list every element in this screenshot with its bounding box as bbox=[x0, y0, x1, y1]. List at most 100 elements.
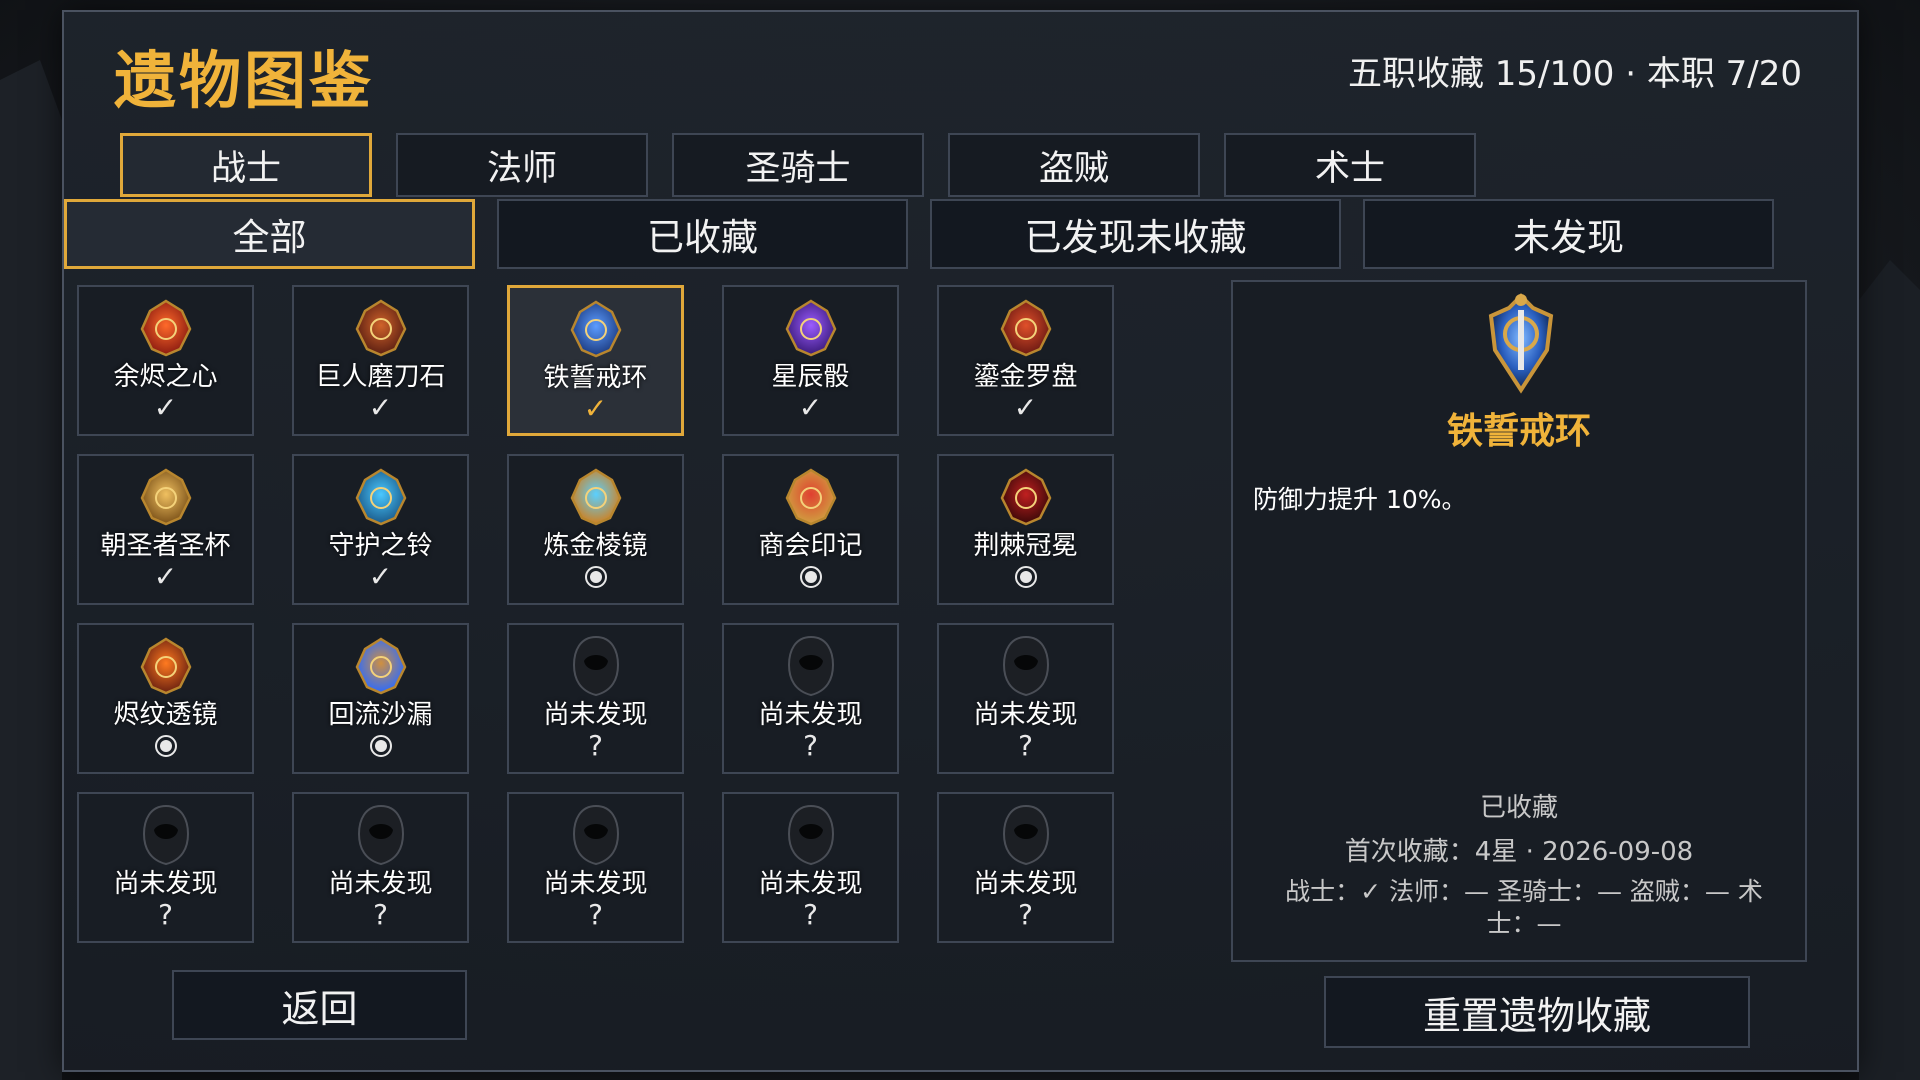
relic-slot[interactable]: 余烬之心 ✓ bbox=[77, 285, 254, 436]
relic-slot[interactable]: 巨人磨刀石 ✓ bbox=[292, 285, 469, 436]
relic-slot[interactable]: 尚未发现? bbox=[507, 623, 684, 774]
filter-tabs: 全部 已收藏 已发现未收藏 未发现 bbox=[64, 199, 1774, 269]
relic-slot[interactable]: 尚未发现? bbox=[77, 792, 254, 943]
relic-slot[interactable]: 尚未发现? bbox=[722, 623, 899, 774]
relic-name: 炼金棱镜 bbox=[543, 531, 648, 561]
unknown-mark: ? bbox=[1018, 729, 1033, 762]
relic-name: 尚未发现 bbox=[113, 869, 218, 899]
detail-relic-description: 防御力提升 10%。 bbox=[1253, 485, 1467, 514]
relic-name: 尚未发现 bbox=[543, 700, 648, 730]
relic-name: 巨人磨刀石 bbox=[315, 362, 446, 392]
guild-seal-icon bbox=[785, 468, 836, 526]
filter-discovered-uncollected[interactable]: 已发现未收藏 bbox=[930, 199, 1341, 269]
relic-slot[interactable]: 朝圣者圣杯 ✓ bbox=[77, 454, 254, 605]
filter-undiscovered[interactable]: 未发现 bbox=[1363, 199, 1774, 269]
relic-slot[interactable]: 商会印记 bbox=[722, 454, 899, 605]
discovered-indicator-icon bbox=[584, 566, 607, 588]
reflux-hourglass-icon bbox=[355, 637, 406, 695]
iron-oath-ring-icon bbox=[570, 300, 621, 358]
gilded-compass-icon bbox=[1000, 299, 1051, 357]
pilgrim-chalice-icon bbox=[140, 468, 191, 526]
page-title: 遗物图鉴 bbox=[114, 44, 375, 117]
alchemy-prism-icon bbox=[570, 468, 621, 526]
hooded-unknown-icon bbox=[1002, 804, 1049, 866]
relic-name: 尚未发现 bbox=[973, 869, 1078, 899]
unknown-mark: ? bbox=[158, 898, 173, 931]
relic-slot[interactable]: 荆棘冠冕 bbox=[937, 454, 1114, 605]
collected-check-icon: ✓ bbox=[368, 391, 393, 424]
ember-lens-icon bbox=[140, 637, 191, 695]
collected-check-icon: ✓ bbox=[368, 560, 393, 593]
collected-check-icon: ✓ bbox=[153, 391, 178, 424]
relic-slot[interactable]: 烬纹透镜 bbox=[77, 623, 254, 774]
ember-heart-icon bbox=[140, 299, 191, 357]
relic-slot[interactable]: 尚未发现? bbox=[937, 792, 1114, 943]
relic-slot[interactable]: 星辰骰 ✓ bbox=[722, 285, 899, 436]
relic-name: 回流沙漏 bbox=[328, 700, 433, 730]
unknown-mark: ? bbox=[1018, 898, 1033, 931]
collected-check-icon: ✓ bbox=[583, 392, 608, 425]
giant-whetstone-icon bbox=[355, 299, 406, 357]
relic-slot[interactable]: 尚未发现? bbox=[507, 792, 684, 943]
relic-name: 尚未发现 bbox=[973, 700, 1078, 730]
relic-name: 星辰骰 bbox=[771, 362, 850, 392]
tab-rogue[interactable]: 盗贼 bbox=[948, 133, 1200, 197]
relic-slot[interactable]: 鎏金罗盘 ✓ bbox=[937, 285, 1114, 436]
relic-name: 尚未发现 bbox=[758, 869, 863, 899]
discovered-indicator-icon bbox=[1014, 566, 1037, 588]
discovered-indicator-icon bbox=[154, 735, 177, 757]
reset-relics-button[interactable]: 重置遗物收藏 bbox=[1324, 976, 1750, 1048]
relic-slot[interactable]: 尚未发现? bbox=[937, 623, 1114, 774]
relic-slot[interactable]: 守护之铃 ✓ bbox=[292, 454, 469, 605]
collected-check-icon: ✓ bbox=[798, 391, 823, 424]
hooded-unknown-icon bbox=[787, 635, 834, 697]
hooded-unknown-icon bbox=[357, 804, 404, 866]
back-button[interactable]: 返回 bbox=[172, 970, 467, 1040]
relic-grid: 余烬之心 ✓ 巨人磨刀石 ✓ 铁誓戒环 ✓ 星辰骰 ✓ 鎏金罗盘 ✓ 朝圣者圣杯 ✓ 守护之… bbox=[77, 285, 1117, 945]
unknown-mark: ? bbox=[803, 898, 818, 931]
tab-mage[interactable]: 法师 bbox=[396, 133, 648, 197]
thorn-crown-icon bbox=[1000, 468, 1051, 526]
detail-relic-name: 铁誓戒环 bbox=[1446, 411, 1591, 452]
collected-check-icon: ✓ bbox=[1013, 391, 1038, 424]
collection-stats: 五职收藏 15/100 · 本职 7/20 bbox=[1347, 54, 1802, 94]
relic-slot[interactable]: 炼金棱镜 bbox=[507, 454, 684, 605]
relic-slot[interactable]: 回流沙漏 bbox=[292, 623, 469, 774]
hooded-unknown-icon bbox=[572, 635, 619, 697]
relic-slot[interactable]: 尚未发现? bbox=[292, 792, 469, 943]
relic-name: 烬纹透镜 bbox=[113, 700, 218, 730]
detail-class-status: 战士：✓ 法师：— 圣骑士：— 盗贼：— 术士：— bbox=[1285, 877, 1763, 938]
hooded-unknown-icon bbox=[142, 804, 189, 866]
relic-name: 朝圣者圣杯 bbox=[100, 531, 231, 561]
tab-warrior[interactable]: 战士 bbox=[120, 133, 372, 197]
relic-slot[interactable]: 铁誓戒环 ✓ bbox=[507, 285, 684, 436]
iron-oath-ring-icon bbox=[1488, 293, 1554, 394]
collected-check-icon: ✓ bbox=[153, 560, 178, 593]
tab-warlock[interactable]: 术士 bbox=[1224, 133, 1476, 197]
detail-collection-status: 已收藏 bbox=[1479, 793, 1558, 823]
filter-collected[interactable]: 已收藏 bbox=[497, 199, 908, 269]
unknown-mark: ? bbox=[588, 729, 603, 762]
discovered-indicator-icon bbox=[369, 735, 392, 757]
relic-detail-panel: 铁誓戒环 防御力提升 10%。 已收藏 首次收藏：4星 · 2026-09-08… bbox=[1231, 280, 1807, 962]
hooded-unknown-icon bbox=[787, 804, 834, 866]
hooded-unknown-icon bbox=[1002, 635, 1049, 697]
tab-paladin[interactable]: 圣骑士 bbox=[672, 133, 924, 197]
unknown-mark: ? bbox=[373, 898, 388, 931]
relic-name: 荆棘冠冕 bbox=[973, 531, 1078, 561]
relic-name: 余烬之心 bbox=[113, 362, 218, 392]
detail-first-collected: 首次收藏：4星 · 2026-09-08 bbox=[1344, 837, 1694, 867]
unknown-mark: ? bbox=[803, 729, 818, 762]
filter-all[interactable]: 全部 bbox=[64, 199, 475, 269]
discovered-indicator-icon bbox=[799, 566, 822, 588]
guardian-bell-icon bbox=[355, 468, 406, 526]
relic-name: 尚未发现 bbox=[328, 869, 433, 899]
class-tabs: 战士 法师 圣骑士 盗贼 术士 bbox=[120, 133, 1476, 197]
relic-name: 商会印记 bbox=[758, 531, 863, 561]
relic-slot[interactable]: 尚未发现? bbox=[722, 792, 899, 943]
relic-name: 守护之铃 bbox=[328, 531, 433, 561]
relic-name: 鎏金罗盘 bbox=[973, 362, 1078, 392]
hooded-unknown-icon bbox=[572, 804, 619, 866]
unknown-mark: ? bbox=[588, 898, 603, 931]
relic-name: 铁誓戒环 bbox=[543, 363, 648, 393]
